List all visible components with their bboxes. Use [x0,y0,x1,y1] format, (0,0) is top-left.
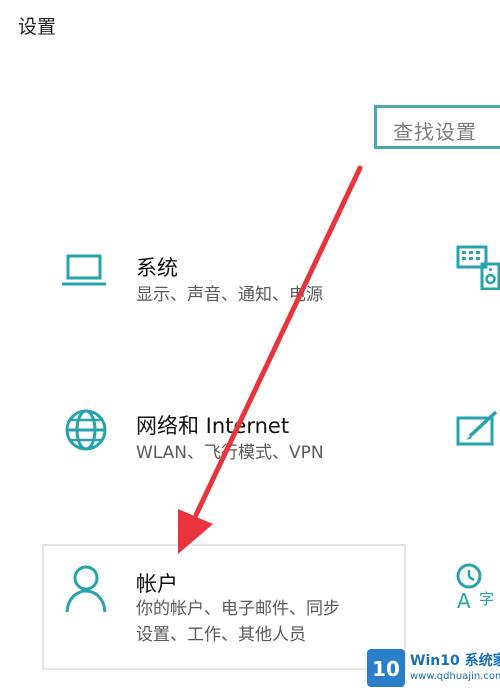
watermark-title: Win10 系统家园 [410,653,500,669]
watermark: 10 Win10 系统家园 www.qdhuajin.com [366,646,500,690]
watermark-logo: 10 [367,649,405,687]
watermark-logo-text: 10 [372,657,400,681]
watermark-url: www.qdhuajin.com [410,671,500,682]
annotation-arrow [178,165,363,554]
